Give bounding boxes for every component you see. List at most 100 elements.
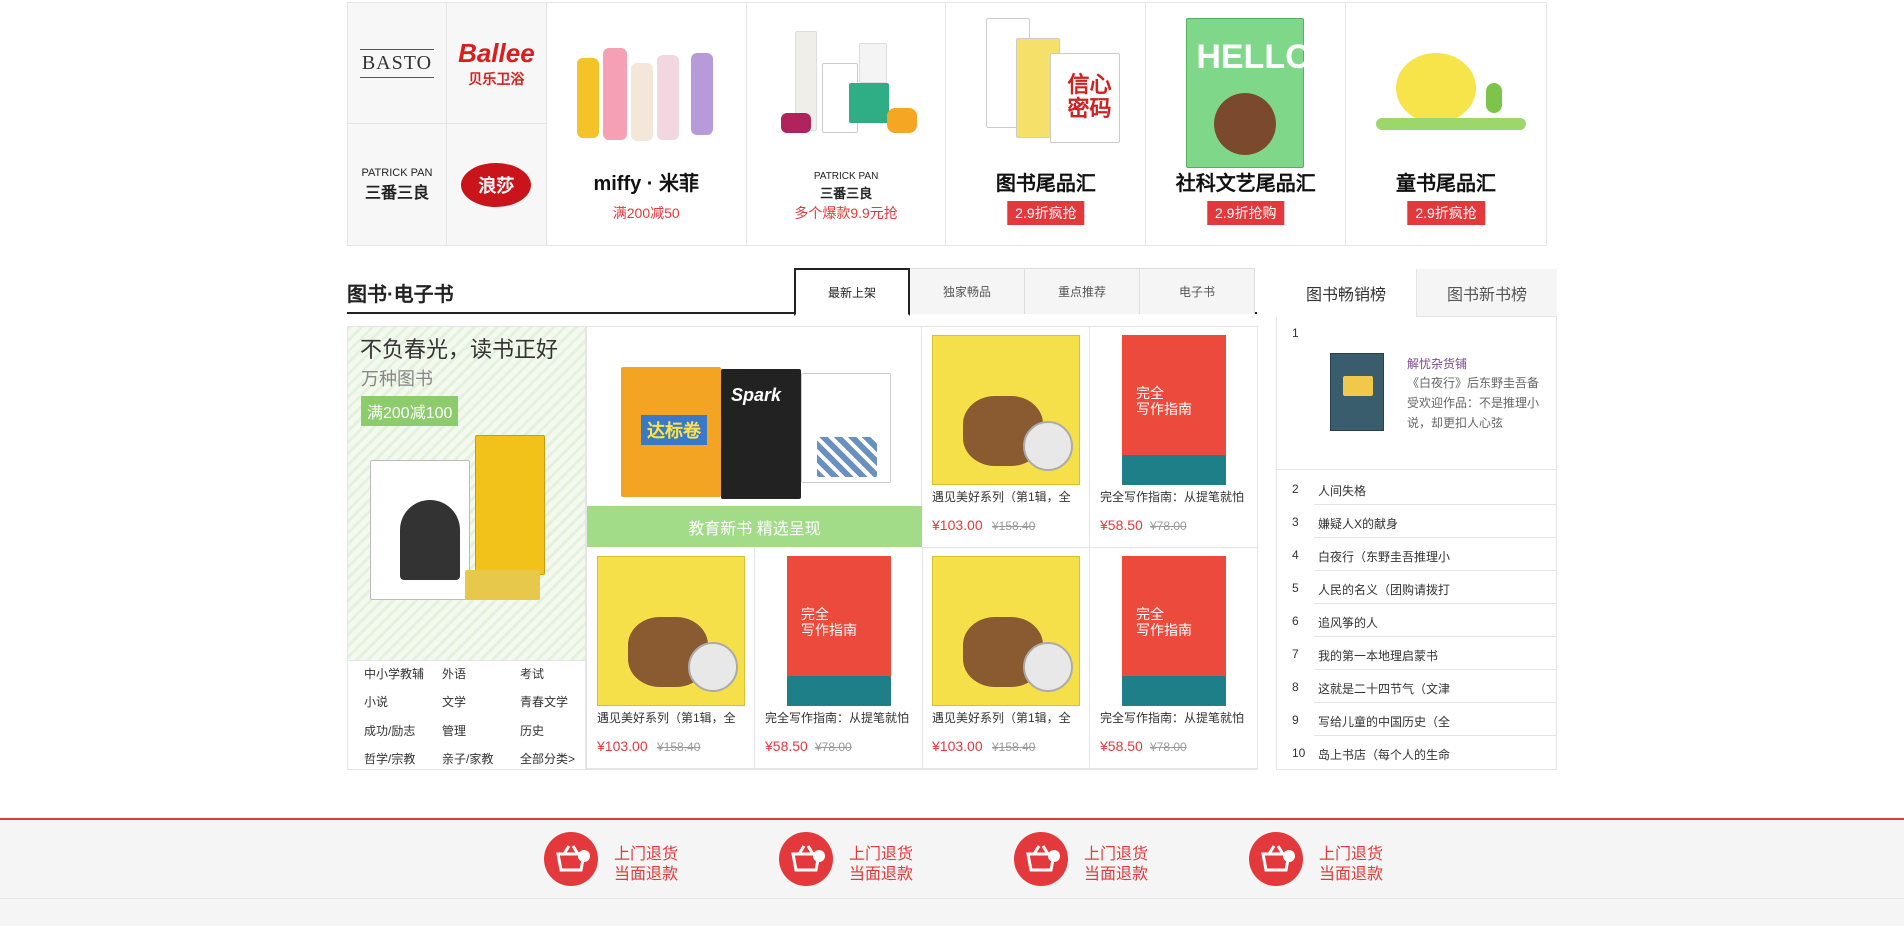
brand-card-patrick-pan[interactable]: PATRICK PAN 三番三良 多个爆款9.9元抢: [747, 3, 947, 245]
rank-title[interactable]: 岛上书店（每个人的生命: [1318, 746, 1548, 763]
rank-row[interactable]: 9 写给儿童的中国历史（全: [1290, 703, 1556, 736]
product-cover: 完全 写作指南: [1122, 335, 1226, 485]
logo-ballee-cn: 贝乐卫浴: [468, 70, 525, 87]
rank-number: 6: [1292, 614, 1299, 628]
product-old-price: ¥78.00: [815, 740, 852, 754]
promo-headline: 不负春光，读书正好: [360, 337, 559, 362]
footer-service-line2: 当面退款: [614, 866, 679, 883]
cosmetics-image: [767, 13, 927, 163]
tab-new-books[interactable]: 图书新书榜: [1417, 269, 1557, 317]
product-card[interactable]: 完全 写作指南 完全写作指南：从提笔就怕 ¥58.50 ¥78.00: [755, 548, 923, 769]
tab-newest[interactable]: 最新上架: [794, 268, 910, 316]
footer-service-item[interactable]: 上门退货 当面退款: [544, 832, 784, 888]
rank-row[interactable]: 6 追风筝的人: [1290, 604, 1556, 637]
logo-patrick-pan[interactable]: PATRICK PAN 三番三良: [348, 124, 447, 245]
product-card[interactable]: 完全 写作指南 完全写作指南：从提笔就怕 ¥58.50 ¥78.00: [1090, 327, 1258, 548]
product-old-price: ¥158.40: [992, 519, 1036, 533]
rank-title[interactable]: 白夜行（东野圭吾推理小: [1318, 548, 1548, 565]
rank-top-cover[interactable]: [1330, 353, 1384, 431]
logo-patrick-pan-en: PATRICK PAN: [361, 166, 433, 179]
rank-number: 10: [1292, 746, 1306, 760]
category-link[interactable]: 哲学/宗教: [364, 750, 442, 769]
rank-number: 3: [1292, 515, 1299, 529]
tab-ebook[interactable]: 电子书: [1139, 268, 1255, 314]
brand-card-miffy[interactable]: miffy · 米菲 满200减50: [547, 3, 747, 245]
product-card[interactable]: 遇见美好系列（第1辑，全 ¥103.00 ¥158.40: [587, 548, 755, 769]
edu-banner-label: 教育新书 精选呈现: [587, 506, 922, 547]
product-price: ¥103.00: [597, 738, 648, 754]
tab-featured[interactable]: 重点推荐: [1024, 268, 1140, 314]
category-link[interactable]: 外语: [442, 665, 520, 684]
brand-card-miffy-name: miffy · 米菲: [593, 173, 700, 195]
rank-row[interactable]: 8 这就是二十四节气（文津: [1290, 670, 1556, 703]
product-card[interactable]: 完全 写作指南 完全写作指南：从提笔就怕 ¥58.50 ¥78.00: [1090, 548, 1258, 769]
brand-card-children-books[interactable]: 童书尾品汇 2.9折疯抢: [1346, 3, 1546, 245]
logo-langsha[interactable]: 浪莎: [446, 124, 546, 245]
rank-number: 2: [1292, 482, 1299, 496]
brand-card-books-pill: 2.9折疯抢: [1007, 201, 1085, 225]
hello-book-image: HELLO: [1166, 13, 1326, 168]
rank-title[interactable]: 人间失格: [1318, 482, 1548, 499]
edu-book-spark: Spark: [731, 385, 782, 405]
rank-title[interactable]: 人民的名义（团购请拨打: [1318, 581, 1548, 598]
rank-row[interactable]: 10 岛上书店（每个人的生命: [1290, 736, 1556, 769]
tab-exclusive[interactable]: 独家畅品: [909, 268, 1025, 314]
rank-number: 7: [1292, 647, 1299, 661]
logo-basto[interactable]: BASTO: [348, 3, 447, 124]
brand-card-books-name: 图书尾品汇: [995, 173, 1096, 195]
rank-number: 8: [1292, 680, 1299, 694]
brand-card-miffy-promo: 满200减50: [612, 205, 680, 221]
rank-number: 4: [1292, 548, 1299, 562]
brand-card-patrick-pan-name: 三番三良: [820, 186, 873, 201]
category-link[interactable]: 亲子/家教: [442, 750, 520, 769]
rank-title[interactable]: 这就是二十四节气（文津: [1318, 680, 1548, 697]
category-link[interactable]: 中小学教辅: [364, 665, 442, 684]
product-title: 遇见美好系列（第1辑，全: [932, 711, 1071, 725]
category-link[interactable]: 管理: [442, 722, 520, 741]
footer-service-item[interactable]: 上门退货 当面退款: [779, 832, 1019, 888]
product-title: 完全写作指南：从提笔就怕: [1100, 490, 1245, 504]
rank-row[interactable]: 7 我的第一本地理启蒙书: [1290, 637, 1556, 670]
section-tabs: 最新上架 独家畅品 重点推荐 电子书: [794, 268, 1255, 316]
category-link[interactable]: 文学: [442, 693, 520, 712]
brand-card-books[interactable]: 信心 密码 图书尾品汇 2.9折疯抢: [946, 3, 1147, 245]
category-link[interactable]: 成功/励志: [364, 722, 442, 741]
rank-title[interactable]: 我的第一本地理启蒙书: [1318, 647, 1548, 664]
rank-title[interactable]: 写给儿童的中国历史（全: [1318, 713, 1548, 730]
return-basket-icon: [779, 832, 833, 886]
product-cover: [932, 556, 1080, 706]
product-old-price: ¥158.40: [657, 740, 701, 754]
rank-title[interactable]: 嫌疑人X的献身: [1318, 515, 1548, 532]
promo-books-image: [370, 430, 570, 610]
brand-card-social-literature-pill: 2.9折抢购: [1206, 201, 1285, 225]
rank-number: 9: [1292, 713, 1299, 727]
brand-card-children-books-pill: 2.9折疯抢: [1407, 201, 1485, 225]
product-cover-title: 完全 写作指南: [1136, 606, 1192, 638]
logo-patrick-pan-cn: 三番三良: [364, 184, 429, 202]
return-basket-icon: [544, 832, 598, 886]
rank-title[interactable]: 追风筝的人: [1318, 614, 1548, 631]
brand-card-patrick-pan-en: PATRICK PAN: [813, 171, 879, 182]
product-old-price: ¥78.00: [1150, 519, 1187, 533]
rank-top-desc: 《白夜行》后东野圭吾备受欢迎作品：不是推理小说，却更扣人心弦: [1407, 376, 1540, 430]
product-price: ¥58.50: [1100, 738, 1143, 754]
product-card[interactable]: 遇见美好系列（第1辑，全 ¥103.00 ¥158.40: [922, 548, 1090, 769]
brand-card-patrick-pan-promo: 多个爆款9.9元抢: [794, 205, 898, 221]
category-link[interactable]: 小说: [364, 693, 442, 712]
product-card[interactable]: 遇见美好系列（第1辑，全 ¥103.00 ¥158.40: [922, 327, 1090, 548]
product-cover: [932, 335, 1080, 485]
rank-row[interactable]: 4 白夜行（东野圭吾推理小: [1290, 538, 1556, 571]
rank-top-title[interactable]: 解忧杂货铺: [1407, 355, 1467, 372]
edu-book-title: 达标卷: [641, 415, 707, 445]
rank-number: 5: [1292, 581, 1299, 595]
tab-bestsellers[interactable]: 图书畅销榜: [1276, 269, 1417, 317]
footer-service-item[interactable]: 上门退货 当面退款: [1014, 832, 1254, 888]
logo-ballee[interactable]: Ballee 贝乐卫浴: [446, 3, 546, 124]
rank-row[interactable]: 3 嫌疑人X的献身: [1290, 505, 1556, 538]
rank-number: 1: [1292, 326, 1299, 340]
brand-card-social-literature[interactable]: HELLO 社科文艺尾品汇 2.9折抢购: [1146, 3, 1347, 245]
rank-row[interactable]: 5 人民的名义（团购请拨打: [1290, 571, 1556, 604]
footer-service-item[interactable]: 上门退货 当面退款: [1249, 832, 1489, 888]
product-price: ¥103.00: [932, 738, 983, 754]
rank-row[interactable]: 2 人间失格: [1290, 472, 1556, 505]
